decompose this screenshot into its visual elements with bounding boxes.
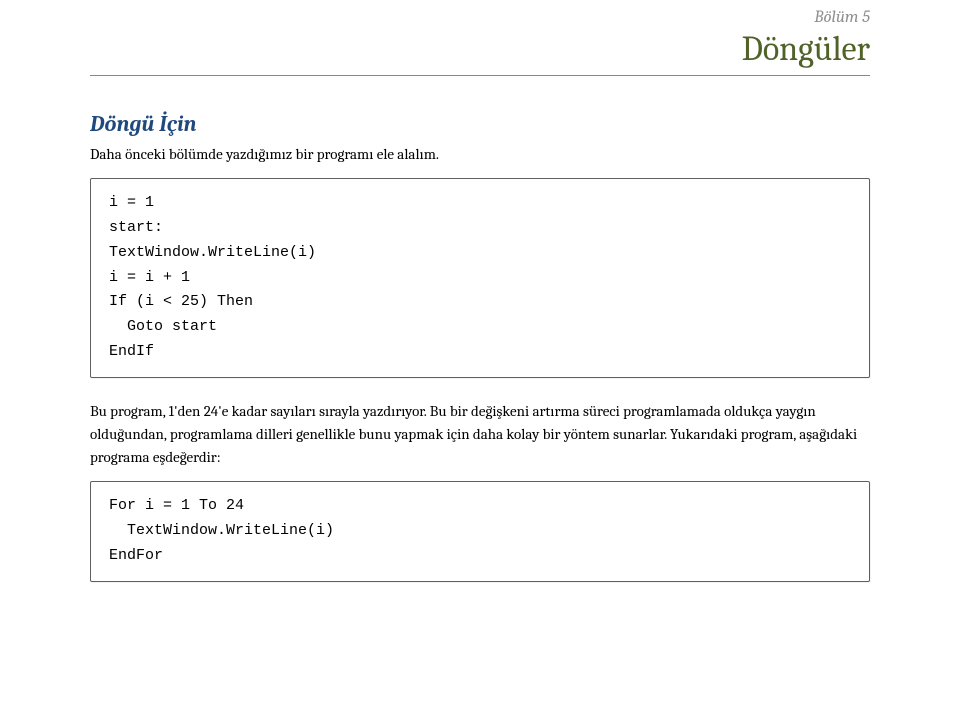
- header-divider: [90, 75, 870, 76]
- header: Bölüm 5 Döngüler: [90, 0, 870, 69]
- chapter-title: Döngüler: [90, 29, 870, 69]
- paragraph-text: Bu program, 1'den 24'e kadar sayıları sı…: [90, 400, 870, 470]
- code-block-2: For i = 1 To 24 TextWindow.WriteLine(i) …: [90, 481, 870, 581]
- section-heading: Döngü İçin: [90, 111, 870, 137]
- code-block-1: i = 1 start: TextWindow.WriteLine(i) i =…: [90, 178, 870, 377]
- intro-text: Daha önceki bölümde yazdığımız bir progr…: [90, 143, 870, 166]
- chapter-label: Bölüm 5: [90, 8, 870, 27]
